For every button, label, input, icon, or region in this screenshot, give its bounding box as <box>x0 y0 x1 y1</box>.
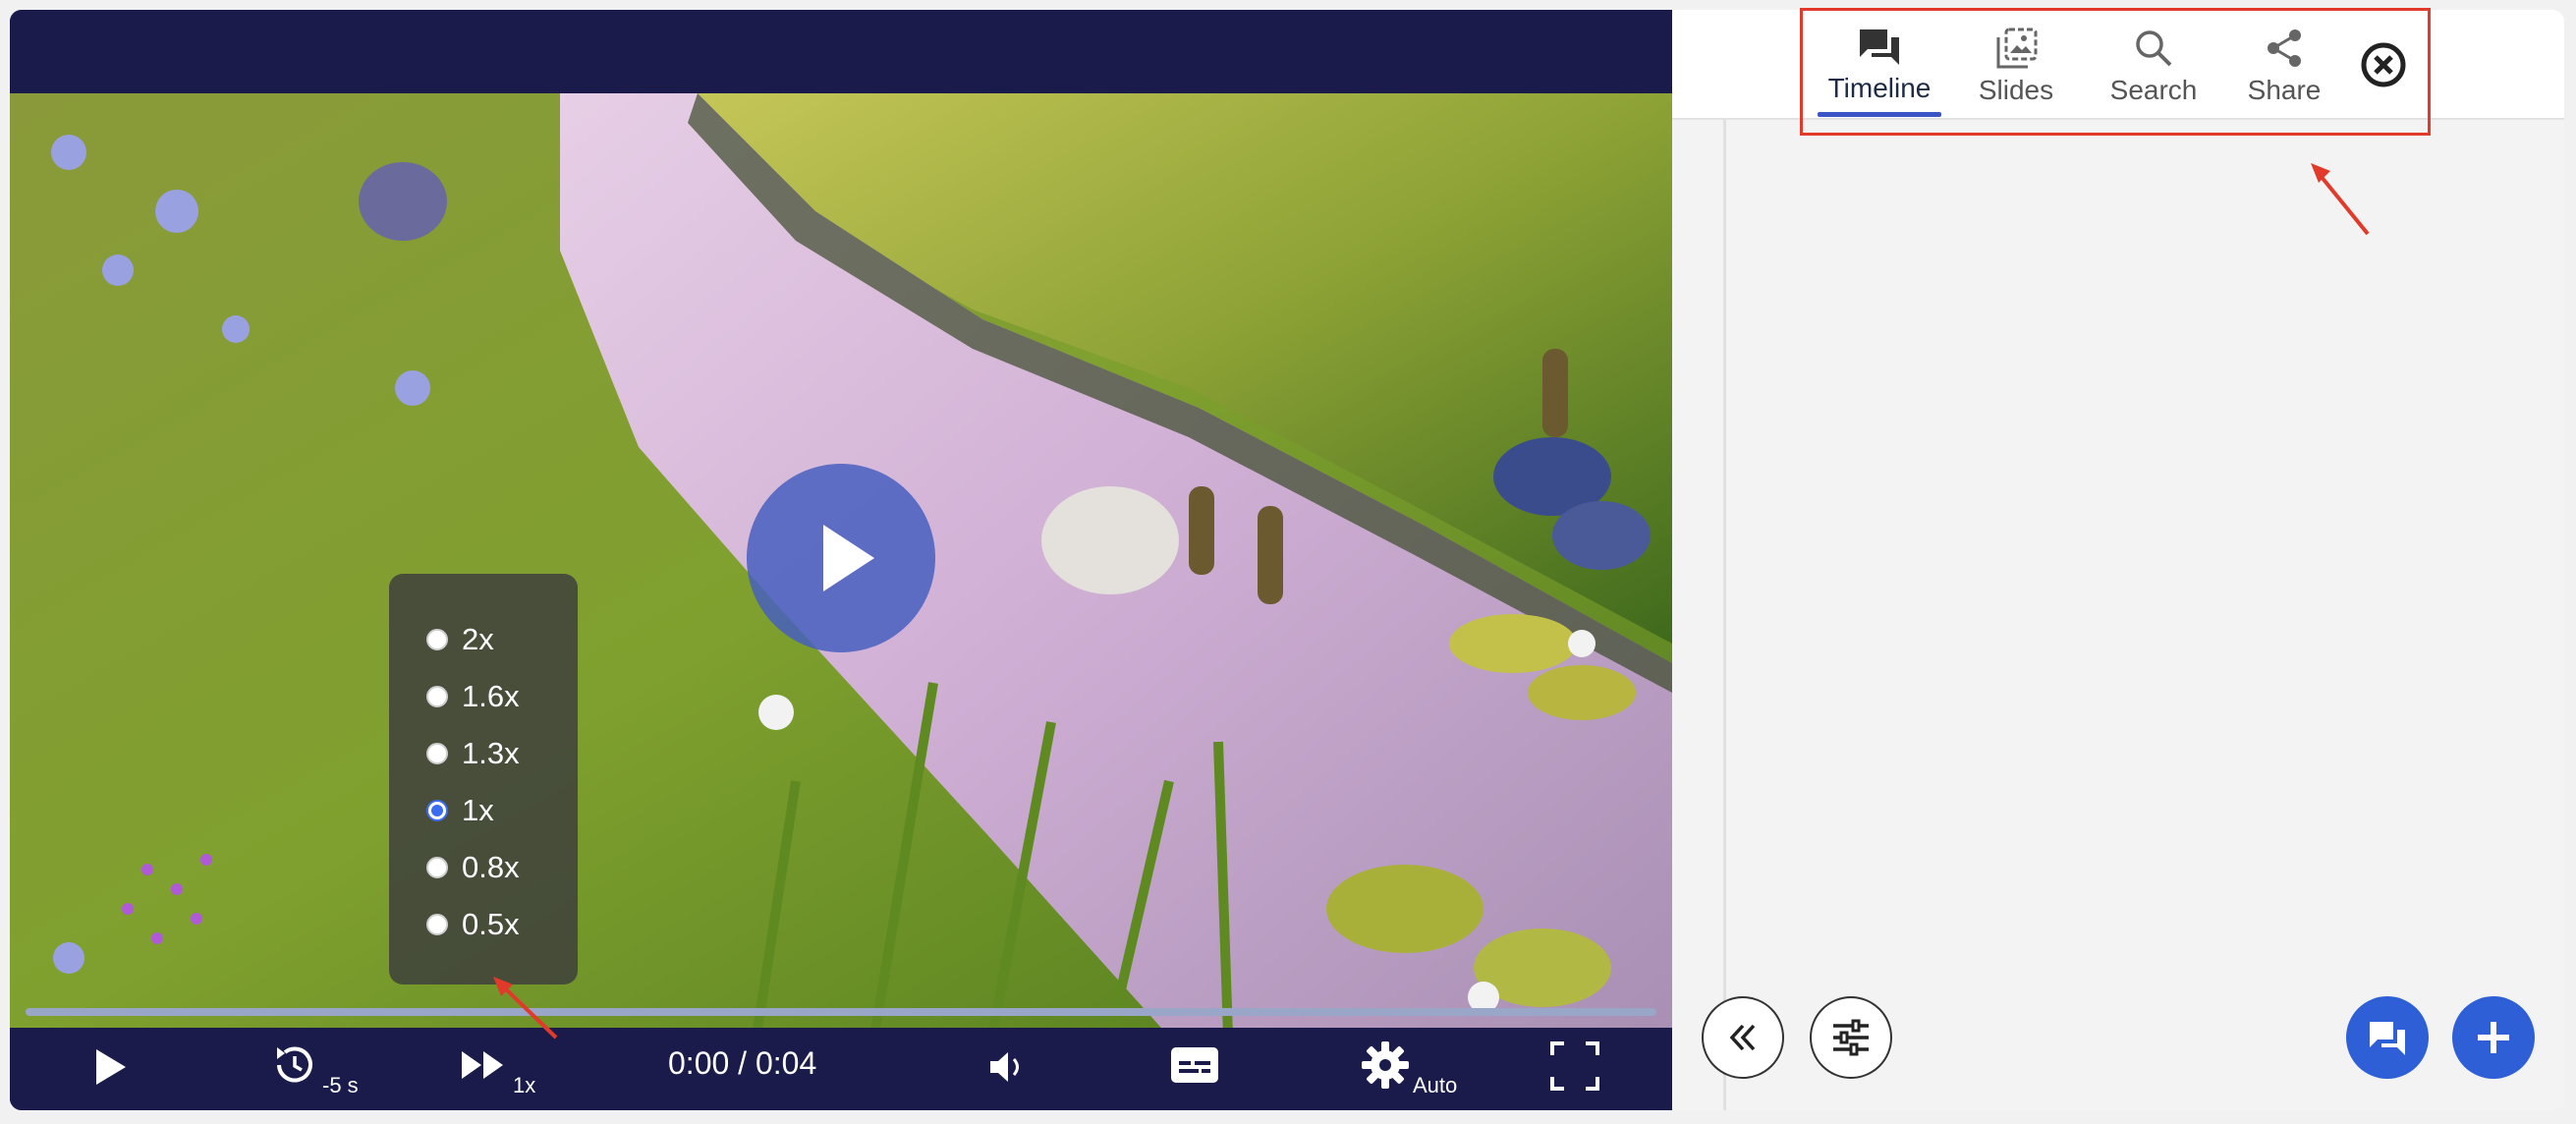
quality-label[interactable]: Auto <box>1413 1073 1457 1098</box>
image-gallery-icon <box>1996 28 2038 69</box>
active-tab-indicator <box>1818 112 1941 117</box>
play-icon[interactable] <box>90 1045 130 1089</box>
comments-icon <box>2370 1022 2405 1055</box>
radio-button[interactable] <box>426 743 448 764</box>
filter-button[interactable] <box>1810 996 1892 1079</box>
speed-option-1x[interactable]: 1x <box>389 782 578 839</box>
tab-label: Search <box>2109 75 2198 105</box>
radio-button[interactable] <box>426 857 448 878</box>
settings-gear-icon[interactable] <box>1358 1038 1413 1093</box>
add-button[interactable] <box>2452 996 2535 1079</box>
speed-option-label: 1.6x <box>462 679 520 713</box>
speed-option-label: 2x <box>462 622 494 656</box>
panel-divider <box>1723 120 1726 1110</box>
tab-share[interactable]: Share <box>2230 20 2338 118</box>
tab-label: Timeline <box>1827 73 1932 103</box>
playback-speed-label[interactable]: 1x <box>513 1073 535 1098</box>
big-play-button[interactable] <box>747 464 935 652</box>
volume-icon[interactable] <box>984 1045 1028 1089</box>
player-top-bar <box>10 10 1672 93</box>
fast-forward-icon[interactable] <box>460 1047 507 1083</box>
fullscreen-icon[interactable] <box>1548 1040 1601 1093</box>
comments-button[interactable] <box>2346 996 2429 1079</box>
time-display: 0:00 / 0:04 <box>668 1045 817 1081</box>
tab-slides[interactable]: Slides <box>1957 20 2075 118</box>
close-circle-icon <box>2361 42 2406 87</box>
seek-bar[interactable] <box>26 1008 1656 1016</box>
speed-option-0.5x[interactable]: 0.5x <box>389 896 578 953</box>
radio-button[interactable] <box>426 686 448 707</box>
close-panel-button[interactable] <box>2360 41 2407 88</box>
search-icon <box>2136 30 2172 67</box>
speed-option-label: 0.5x <box>462 907 520 941</box>
chat-bubbles-icon <box>1860 29 1899 65</box>
collapse-panel-icon <box>1729 1024 1756 1051</box>
speed-option-label: 1.3x <box>462 736 520 770</box>
side-panel: Timeline Slides Search Share <box>1672 10 2564 1110</box>
radio-button[interactable] <box>426 914 448 935</box>
collapse-panel-button[interactable] <box>1702 996 1784 1079</box>
speed-option-label: 1x <box>462 793 494 827</box>
speed-option-label: 0.8x <box>462 850 520 884</box>
radio-button[interactable] <box>426 629 448 650</box>
rewind-icon[interactable] <box>267 1040 318 1091</box>
tab-label: Share <box>2247 75 2322 105</box>
share-icon <box>2268 29 2301 67</box>
tab-search[interactable]: Search <box>2095 20 2212 118</box>
speed-option-0.8x[interactable]: 0.8x <box>389 839 578 896</box>
rewind-label: -5 s <box>322 1073 359 1097</box>
panel-tab-bar: Timeline Slides Search Share <box>1672 10 2564 120</box>
playback-speed-menu: 2x 1.6x 1.3x 1x 0.8x 0.5x <box>389 574 578 984</box>
radio-button-selected[interactable] <box>426 800 448 821</box>
captions-icon[interactable] <box>1169 1043 1220 1087</box>
speed-option-1.3x[interactable]: 1.3x <box>389 725 578 782</box>
filter-sliders-icon <box>1833 1019 1869 1056</box>
speed-option-2x[interactable]: 2x <box>389 611 578 668</box>
tab-label: Slides <box>1978 75 2054 105</box>
player-control-bar: -5 s 1x 0:00 / 0:04 Auto <box>10 1028 1672 1110</box>
tab-timeline[interactable]: Timeline <box>1818 20 1941 118</box>
add-icon <box>2478 1022 2509 1053</box>
video-player[interactable]: 2x 1.6x 1.3x 1x 0.8x 0.5x -5 s 1x 0:00 /… <box>10 10 1672 1110</box>
speed-option-1.6x[interactable]: 1.6x <box>389 668 578 725</box>
